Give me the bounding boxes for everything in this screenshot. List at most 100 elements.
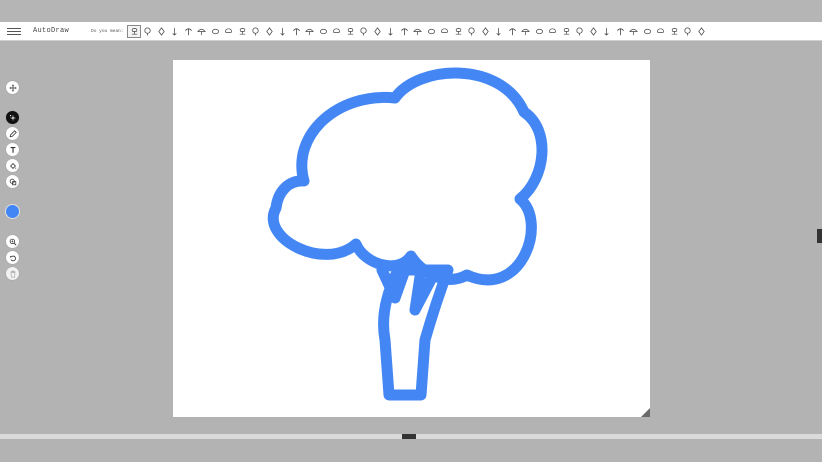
hand-icon xyxy=(521,28,531,35)
traffic-light-suggestion[interactable] xyxy=(357,25,371,38)
tree-icon-suggestion[interactable] xyxy=(627,25,641,38)
cloud-small-icon xyxy=(496,27,501,36)
type-icon[interactable] xyxy=(6,143,19,156)
suggestion-prompt: Do you mean: xyxy=(91,28,124,34)
sketch-suggestion[interactable] xyxy=(208,25,222,38)
train-suggestion[interactable] xyxy=(559,25,573,38)
suggestion-list xyxy=(127,24,708,38)
bee-icon xyxy=(604,27,609,36)
lamp-suggestion[interactable] xyxy=(411,25,425,38)
drawing-canvas[interactable] xyxy=(173,60,650,417)
grass-suggestion[interactable] xyxy=(613,25,627,38)
grid-suggestion[interactable] xyxy=(694,25,708,38)
top-bar xyxy=(0,0,822,22)
fill-icon[interactable] xyxy=(6,159,19,172)
fish-icon xyxy=(482,26,489,36)
cloud-outline-icon xyxy=(266,26,273,36)
move-icon[interactable] xyxy=(6,81,19,94)
tree-icon-icon xyxy=(629,28,639,35)
bird-suggestion[interactable] xyxy=(573,25,587,38)
chef-hat-suggestion[interactable] xyxy=(532,25,546,38)
speech-bubble-suggestion[interactable] xyxy=(303,25,317,38)
tree-round-suggestion[interactable] xyxy=(397,25,411,38)
lamp-icon xyxy=(413,28,423,35)
traffic-light-icon xyxy=(360,27,367,36)
broccoli-suggestion[interactable] xyxy=(127,24,141,38)
fence-suggestion[interactable] xyxy=(667,25,681,38)
popsicle-suggestion[interactable] xyxy=(370,25,384,38)
grass-icon xyxy=(616,27,624,35)
umbrella-icon xyxy=(197,28,207,35)
delete-icon[interactable] xyxy=(6,267,19,280)
tree-round-icon xyxy=(400,27,408,35)
shape-icon[interactable] xyxy=(6,175,19,188)
tree-outline-icon xyxy=(252,27,259,36)
sketch-icon xyxy=(211,28,219,34)
cloud-suggestion[interactable] xyxy=(235,25,249,38)
fence-icon xyxy=(671,27,677,35)
cloud-small-suggestion[interactable] xyxy=(492,25,506,38)
cone-icon xyxy=(441,27,448,33)
tree-icon xyxy=(144,27,151,36)
color-picker[interactable] xyxy=(6,205,19,218)
plane-suggestion[interactable] xyxy=(586,25,600,38)
house-icon xyxy=(549,27,556,33)
cloud-icon xyxy=(239,27,245,35)
hand-suggestion[interactable] xyxy=(519,25,533,38)
bulb-suggestion[interactable] xyxy=(384,25,398,38)
flower-suggestion[interactable] xyxy=(276,25,290,38)
toolbar: AutoDraw Do you mean: xyxy=(0,22,822,41)
bar-suggestion[interactable] xyxy=(654,25,668,38)
train-icon xyxy=(563,27,569,35)
vertical-scroll-thumb[interactable] xyxy=(817,229,822,243)
cauliflower-suggestion[interactable] xyxy=(316,25,330,38)
tree-outline-suggestion[interactable] xyxy=(249,25,263,38)
eye-icon xyxy=(508,27,516,35)
grid-icon xyxy=(698,26,705,36)
balloon-icon xyxy=(158,26,165,36)
zoom-icon[interactable] xyxy=(6,235,19,248)
bush-suggestion[interactable] xyxy=(343,25,357,38)
app-title: AutoDraw xyxy=(33,27,70,35)
lightbulb-icon xyxy=(172,27,177,36)
resize-handle[interactable] xyxy=(641,408,650,417)
umbrella-suggestion[interactable] xyxy=(195,25,209,38)
bee-suggestion[interactable] xyxy=(600,25,614,38)
balloon-suggestion[interactable] xyxy=(154,25,168,38)
plane-icon xyxy=(590,26,597,36)
bird-icon xyxy=(576,27,583,36)
tree-suggestion[interactable] xyxy=(141,25,155,38)
cloud-outline-suggestion[interactable] xyxy=(262,25,276,38)
bottle-suggestion[interactable] xyxy=(424,25,438,38)
hat-suggestion[interactable] xyxy=(451,25,465,38)
speech-bubble-icon xyxy=(305,28,315,35)
menu-icon[interactable] xyxy=(7,27,21,35)
splat-icon xyxy=(292,27,300,35)
broccoli-drawing xyxy=(267,67,548,401)
eye-suggestion[interactable] xyxy=(505,25,519,38)
chef-hat-icon xyxy=(535,28,543,34)
draw-icon[interactable] xyxy=(6,127,19,140)
ladder-icon xyxy=(643,28,651,34)
mushroom-suggestion[interactable] xyxy=(222,25,236,38)
mushroom-icon xyxy=(225,27,232,33)
gate-suggestion[interactable] xyxy=(681,25,695,38)
leaves-icon xyxy=(468,27,475,36)
pizza-suggestion[interactable] xyxy=(330,25,344,38)
palm-tree-suggestion[interactable] xyxy=(181,25,195,38)
ladder-suggestion[interactable] xyxy=(640,25,654,38)
undo-icon[interactable] xyxy=(6,251,19,264)
house-suggestion[interactable] xyxy=(546,25,560,38)
fish-suggestion[interactable] xyxy=(478,25,492,38)
horizontal-scroll-thumb[interactable] xyxy=(402,434,416,439)
bottle-icon xyxy=(427,28,435,34)
cone-suggestion[interactable] xyxy=(438,25,452,38)
leaves-suggestion[interactable] xyxy=(465,25,479,38)
autodraw-icon[interactable] xyxy=(6,111,19,124)
splat-suggestion[interactable] xyxy=(289,25,303,38)
lightbulb-suggestion[interactable] xyxy=(168,25,182,38)
cauliflower-icon xyxy=(319,28,327,34)
pizza-icon xyxy=(333,27,340,33)
flower-icon xyxy=(280,27,285,36)
broccoli-icon xyxy=(131,27,137,35)
